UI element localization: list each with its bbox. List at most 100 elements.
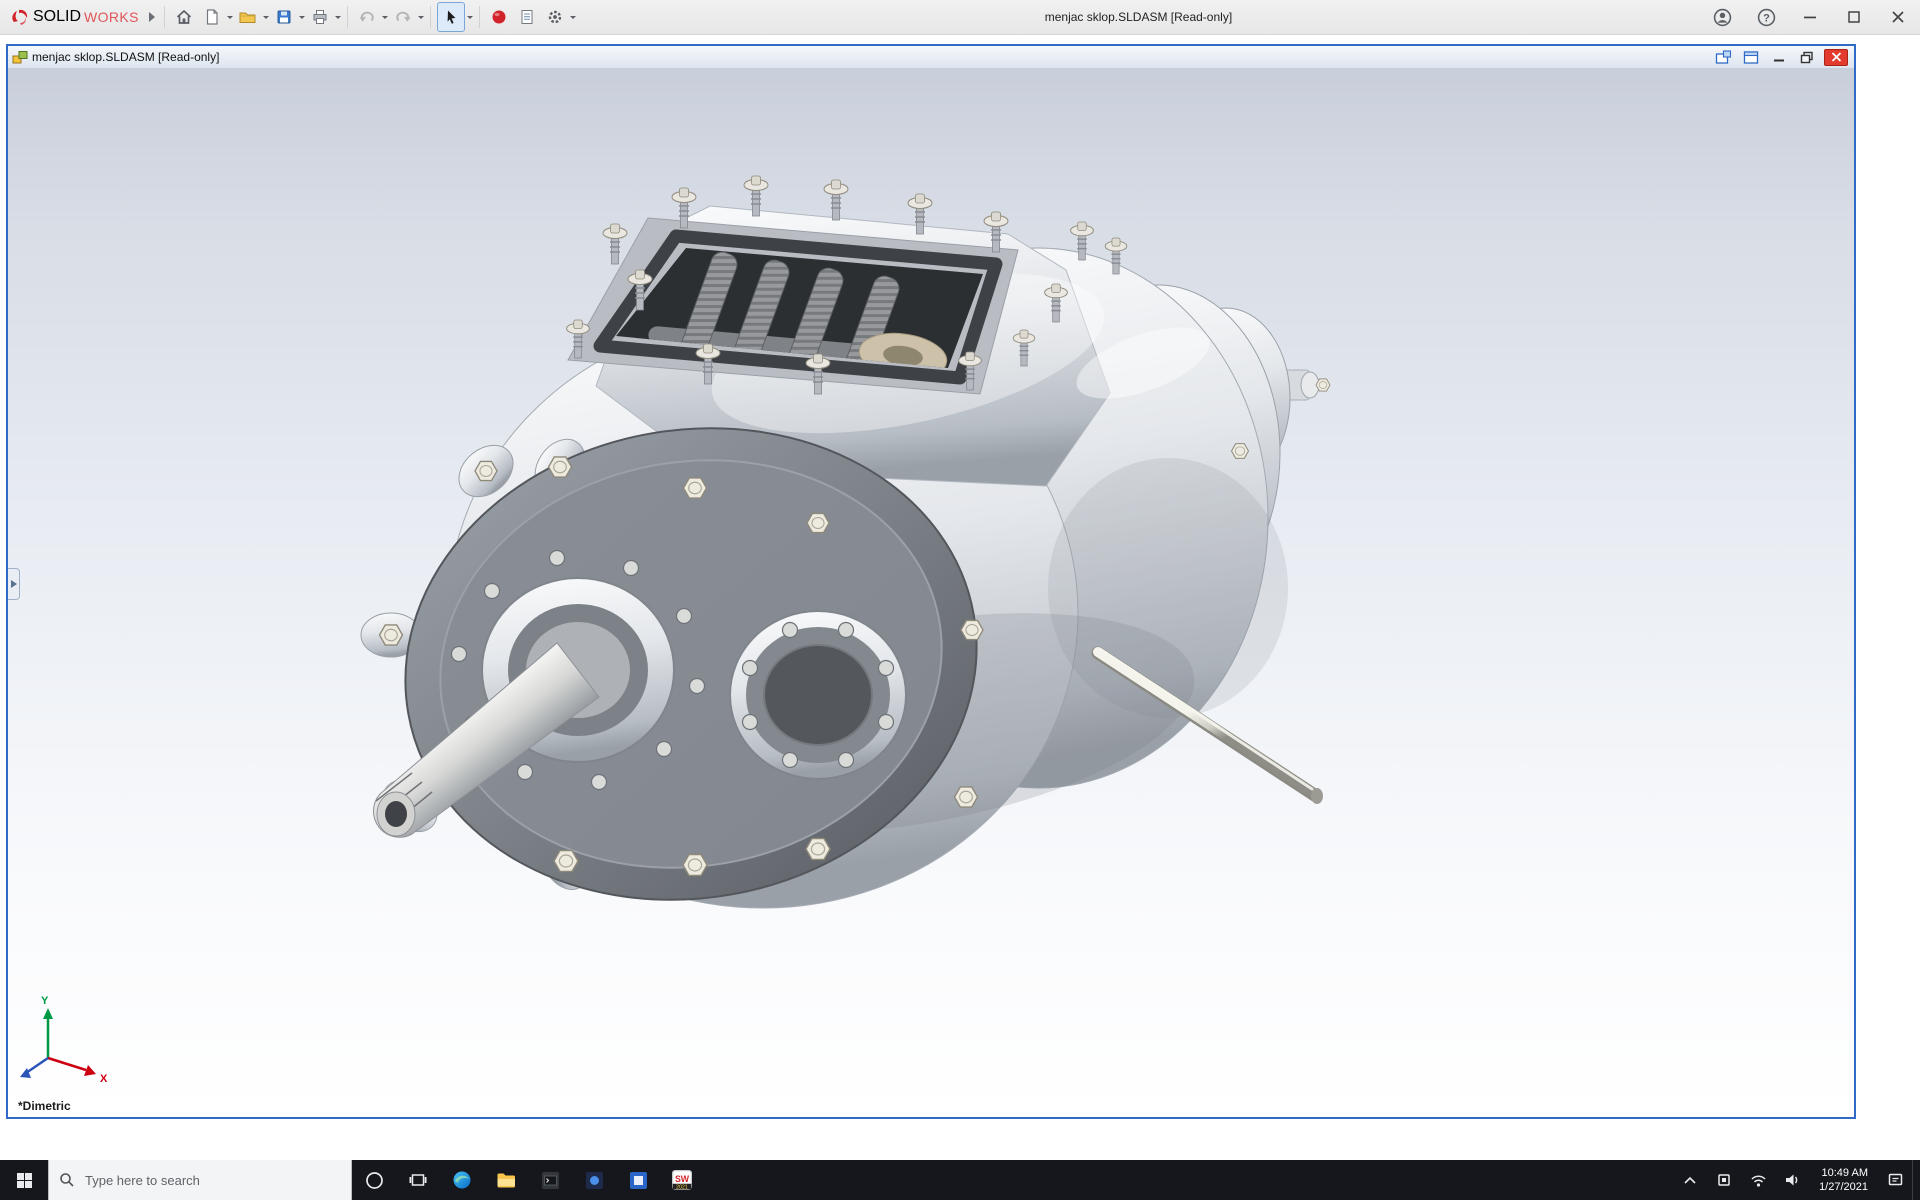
brand-works: WORKS (84, 9, 139, 25)
triad-y-label: Y (41, 995, 49, 1007)
new-window-button[interactable] (1740, 49, 1762, 65)
undo-dropdown-icon[interactable] (382, 16, 388, 22)
user-account-icon (1713, 8, 1732, 27)
pinned-media-app-button[interactable] (572, 1160, 616, 1200)
doc-minimize-button[interactable] (1768, 49, 1790, 65)
print-dropdown-icon[interactable] (335, 16, 341, 22)
action-center-button[interactable] (1878, 1160, 1912, 1200)
expand-pane-arrow-icon (11, 580, 17, 588)
document-titlebar[interactable]: menjac sklop.SLDASM [Read-only] (8, 46, 1854, 69)
help-icon: ? (1757, 8, 1776, 27)
print-button[interactable] (307, 3, 333, 31)
featuremanager-collapsed-tab[interactable] (8, 568, 20, 600)
document-window: menjac sklop.SLDASM [Read-only] (6, 44, 1856, 1119)
maximize-button[interactable] (1832, 0, 1876, 34)
open-dropdown-icon[interactable] (263, 16, 269, 22)
save-dropdown-icon[interactable] (299, 16, 305, 22)
3dexperience-button[interactable] (486, 3, 512, 31)
redo-button[interactable] (390, 3, 416, 31)
maximize-icon (1845, 8, 1863, 26)
start-button[interactable] (0, 1160, 48, 1200)
close-icon (1831, 52, 1842, 62)
search-input[interactable] (83, 1172, 341, 1189)
restore-icon (1800, 51, 1814, 64)
tile-window-icon (1715, 50, 1732, 65)
edge-icon (452, 1170, 472, 1190)
options-dropdown-icon[interactable] (570, 16, 576, 22)
select-tool-dropdown-icon[interactable] (467, 16, 473, 22)
volume-button[interactable] (1775, 1160, 1809, 1200)
tray-app-icon (1716, 1172, 1732, 1188)
open-folder-icon (238, 8, 257, 26)
minimize-button[interactable] (1788, 0, 1832, 34)
solidworks-3s-icon (10, 7, 30, 27)
close-app-button[interactable] (1876, 0, 1920, 34)
new-window-icon (1743, 50, 1760, 65)
svg-text:SW: SW (675, 1174, 690, 1184)
windows-taskbar: SW 2021 (0, 1160, 1920, 1200)
home-icon (175, 8, 193, 26)
redo-icon (394, 8, 412, 26)
file-properties-button[interactable] (514, 3, 540, 31)
assembly-icon (12, 50, 28, 65)
open-button[interactable] (235, 3, 261, 31)
file-explorer-icon (496, 1171, 516, 1189)
orientation-triad[interactable]: Y X (20, 995, 108, 1085)
network-icon (1750, 1173, 1767, 1188)
task-view-button[interactable] (396, 1160, 440, 1200)
edge-button[interactable] (440, 1160, 484, 1200)
view-orientation-label: *Dimetric (18, 1099, 71, 1113)
options-button[interactable] (542, 3, 568, 31)
hidden-icons-button[interactable] (1673, 1160, 1707, 1200)
cortana-button[interactable] (352, 1160, 396, 1200)
print-icon (311, 8, 329, 26)
taskbar-clock[interactable]: 10:49 AM 1/27/2021 (1809, 1160, 1878, 1200)
solidworks-logo: SOLIDWORKS (0, 7, 145, 27)
3d-viewport[interactable]: Y X *Dimetric (8, 68, 1854, 1117)
search-icon (59, 1172, 75, 1188)
app-titlebar: SOLIDWORKS (0, 0, 1920, 35)
save-icon (275, 8, 293, 26)
start-icon (16, 1172, 33, 1189)
pinned-terminal-app-button[interactable] (528, 1160, 572, 1200)
tray-app-button[interactable] (1707, 1160, 1741, 1200)
undo-button[interactable] (354, 3, 380, 31)
close-icon (1889, 8, 1907, 26)
document-title: menjac sklop.SLDASM [Read-only] (32, 50, 219, 64)
3dexperience-icon (490, 8, 508, 26)
undo-icon (358, 8, 376, 26)
blue-app-icon (629, 1171, 648, 1190)
file-explorer-button[interactable] (484, 1160, 528, 1200)
network-button[interactable] (1741, 1160, 1775, 1200)
solidworks-icon: SW 2021 (672, 1170, 692, 1190)
triad-x-label: X (100, 1073, 108, 1085)
select-tool-button[interactable] (437, 2, 465, 32)
user-account-button[interactable] (1700, 0, 1744, 34)
doc-restore-button[interactable] (1796, 49, 1818, 65)
clock-date: 1/27/2021 (1819, 1180, 1868, 1194)
show-desktop-button[interactable] (1912, 1160, 1920, 1200)
home-button[interactable] (171, 3, 197, 31)
gearbox-assembly-model[interactable]: Y X (8, 68, 1854, 1117)
select-cursor-icon (442, 8, 460, 26)
media-app-icon (585, 1171, 604, 1190)
taskbar-search-box[interactable] (48, 1160, 352, 1200)
tile-window-button[interactable] (1712, 49, 1734, 65)
toolbar-separator (347, 6, 348, 28)
new-document-dropdown-icon[interactable] (227, 16, 233, 22)
solidworks-taskbar-button[interactable]: SW 2021 (660, 1160, 704, 1200)
volume-icon (1784, 1172, 1801, 1188)
redo-dropdown-icon[interactable] (418, 16, 424, 22)
toolbar-separator (164, 6, 165, 28)
options-gear-icon (546, 8, 564, 26)
menu-expand-arrow-icon[interactable] (145, 12, 159, 22)
pinned-blue-app-button[interactable] (616, 1160, 660, 1200)
help-button[interactable]: ? (1744, 0, 1788, 34)
bearing-cover[interactable] (730, 611, 906, 779)
new-document-button[interactable] (199, 3, 225, 31)
brand-solid: SOLID (33, 8, 81, 26)
svg-text:?: ? (1763, 12, 1770, 24)
doc-close-button[interactable] (1824, 49, 1848, 66)
toolbar-separator (479, 6, 480, 28)
save-button[interactable] (271, 3, 297, 31)
